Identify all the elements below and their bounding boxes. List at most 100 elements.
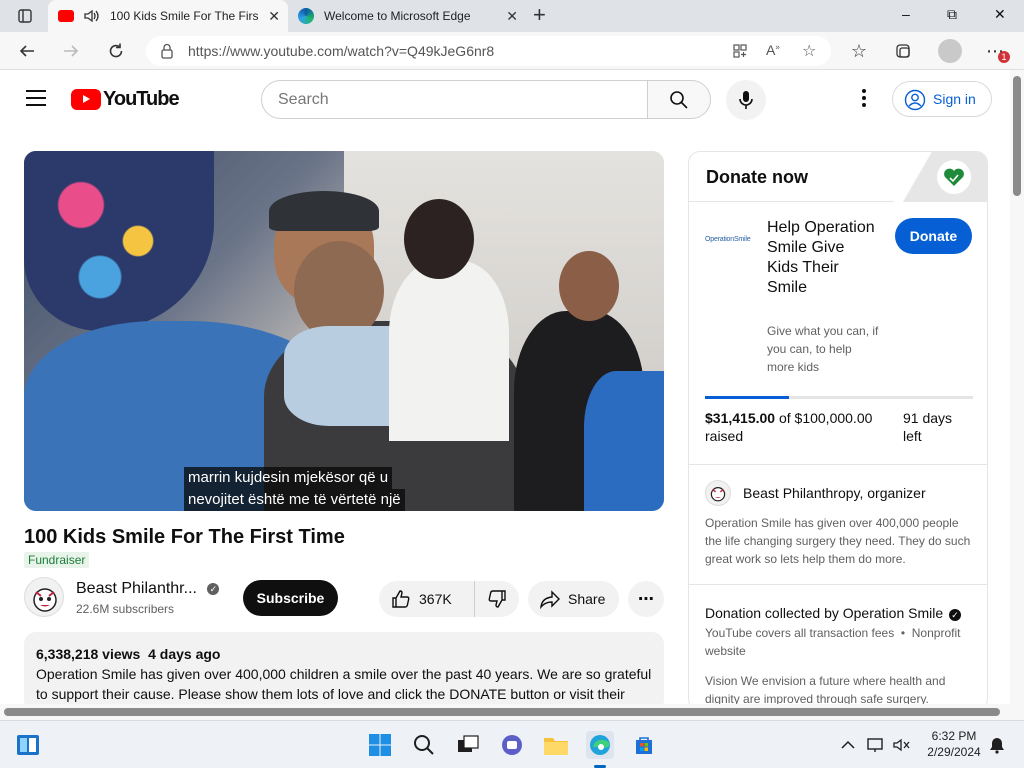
organizer-avatar[interactable] [705, 480, 731, 506]
forward-arrow-icon[interactable] [60, 40, 82, 62]
tab-youtube[interactable]: 100 Kids Smile For The First Time ✕ [48, 0, 288, 32]
caption-line-1: marrin kujdesin mjekësor që u [184, 467, 393, 489]
clock-time: 6:32 PM [931, 729, 977, 743]
url-text: https://www.youtube.com/watch?v=Q49kJeG6… [188, 43, 495, 59]
file-explorer-icon[interactable] [542, 731, 570, 759]
youtube-logo[interactable]: YouTube [71, 87, 180, 110]
task-view-icon[interactable] [454, 731, 482, 759]
tab-edge-welcome[interactable]: Welcome to Microsoft Edge ✕ [290, 0, 526, 32]
organizer-line: Beast Philanthropy, organizer [743, 485, 926, 501]
edge-browser-icon[interactable] [586, 731, 614, 759]
progress-fill [705, 396, 790, 399]
back-arrow-icon[interactable] [16, 40, 38, 62]
youtube-play-icon [71, 88, 101, 110]
verified-icon: ✓ [949, 609, 962, 621]
vision-text: Vision We envision a future where health… [705, 674, 946, 706]
video-player[interactable]: marrin kujdesin mjekësor që u nevojitet … [24, 151, 664, 511]
system-clock[interactable]: 6:32 PM 2/29/2024 [918, 728, 990, 760]
days-left: 91 days left [903, 409, 952, 445]
new-tab-button[interactable]: + [533, 2, 546, 28]
channel-name-text[interactable]: Beast Philanthr... [76, 580, 197, 597]
youtube-header: YouTube Search Sign in [0, 70, 1010, 128]
profile-avatar[interactable] [938, 39, 962, 63]
donate-panel: Donate now OperationSmile Help Operation… [688, 151, 988, 711]
thumbs-up-icon [392, 590, 410, 608]
share-label: Share [568, 591, 606, 607]
channel-name[interactable]: Beast Philanthr... ✓ [76, 580, 220, 598]
microphone-icon [739, 91, 753, 109]
windows-taskbar [0, 720, 1024, 768]
refresh-icon[interactable] [105, 40, 127, 62]
video-scene-woman-coat [389, 261, 509, 441]
description-box[interactable]: 6,338,218 views 4 days ago Operation Smi… [24, 632, 664, 712]
organizer-description: Operation Smile has given over 400,000 p… [705, 516, 971, 566]
start-windows-icon[interactable] [366, 731, 394, 759]
url-field[interactable]: https://www.youtube.com/watch?v=Q49kJeG6… [146, 36, 831, 66]
menu-icon[interactable] [26, 90, 46, 106]
days-left-word: left [903, 428, 922, 444]
lock-icon[interactable] [160, 43, 174, 62]
caption-line-2: nevojitet është me të vërtetë një [184, 489, 405, 511]
favorites-icon[interactable]: ☆ [848, 40, 870, 62]
sign-in-button[interactable]: Sign in [892, 81, 992, 117]
organizer-role: , organizer [859, 485, 926, 501]
share-icon [540, 590, 560, 609]
microsoft-store-icon[interactable] [630, 731, 658, 759]
like-button[interactable]: 367K [379, 581, 475, 617]
close-tab-icon[interactable]: ✕ [506, 8, 518, 25]
edge-favicon-icon [298, 8, 314, 24]
vertical-scroll-thumb[interactable] [1013, 76, 1021, 196]
maximize-button[interactable]: ⧉ [947, 6, 957, 23]
raised-amount: $31,415.00 [705, 410, 776, 426]
read-aloud-icon[interactable]: A» [766, 42, 780, 58]
video-scene-hat [269, 191, 379, 231]
donate-header-title: Donate now [706, 167, 808, 187]
close-window-button[interactable]: ✕ [994, 6, 1006, 23]
campaign-description: Give what you can, if you can, to help m… [767, 324, 879, 374]
close-tab-icon[interactable]: ✕ [268, 8, 280, 25]
teams-chat-icon[interactable] [498, 731, 526, 759]
tab-actions-icon[interactable] [14, 5, 36, 27]
collections-icon[interactable] [892, 40, 914, 62]
chevron-up-icon[interactable] [836, 731, 860, 759]
tab-title: Welcome to Microsoft Edge [324, 9, 471, 23]
video-scene-doctor-cap [24, 151, 214, 331]
add-favorite-icon[interactable]: ☆ [802, 41, 816, 61]
minimize-button[interactable]: – [902, 6, 910, 22]
collected-by-line: Donation collected by Operation Smile ✓ [705, 605, 962, 621]
browser-tab-bar: 100 Kids Smile For The First Time ✕ Welc… [0, 0, 1024, 32]
notification-badge: 1 [998, 51, 1010, 63]
divider [689, 464, 987, 465]
volume-muted-icon[interactable] [890, 731, 914, 759]
display-icon[interactable] [864, 731, 888, 759]
more-options-icon[interactable] [862, 89, 866, 107]
widgets-icon[interactable] [14, 731, 42, 759]
youtube-logo-text: YouTube [103, 87, 180, 110]
dislike-button[interactable] [475, 581, 519, 617]
speaker-icon[interactable] [82, 7, 100, 28]
video-scene-woman-hair [404, 199, 474, 279]
voice-search-button[interactable] [726, 80, 766, 120]
youtube-favicon-icon [58, 10, 74, 22]
fees-line: YouTube covers all transaction fees • No… [705, 626, 964, 658]
search-input[interactable]: Search [261, 80, 648, 119]
more-actions-button[interactable]: ⋯ [628, 581, 664, 617]
raised-word: raised [705, 428, 744, 444]
clock-date: 2/29/2024 [927, 745, 981, 759]
app-available-icon[interactable] [732, 43, 748, 62]
horizontal-scroll-thumb[interactable] [4, 708, 1000, 716]
fundraiser-badge[interactable]: Fundraiser [24, 552, 90, 568]
search-icon[interactable] [410, 731, 438, 759]
tab-title: 100 Kids Smile For The First Time [110, 9, 258, 23]
channel-avatar[interactable] [24, 577, 64, 617]
donate-button[interactable]: Donate [895, 218, 972, 254]
share-button[interactable]: Share [528, 581, 619, 617]
search-button[interactable] [647, 80, 711, 119]
subscribe-button[interactable]: Subscribe [243, 580, 338, 616]
days-left-value: 91 days [903, 410, 953, 426]
thumbs-down-icon [488, 590, 506, 608]
organizer-name[interactable]: Beast Philanthropy [743, 485, 859, 501]
video-title: 100 Kids Smile For The First Time [24, 526, 345, 548]
video-scene-right-figure [584, 371, 664, 511]
account-icon [904, 89, 926, 114]
